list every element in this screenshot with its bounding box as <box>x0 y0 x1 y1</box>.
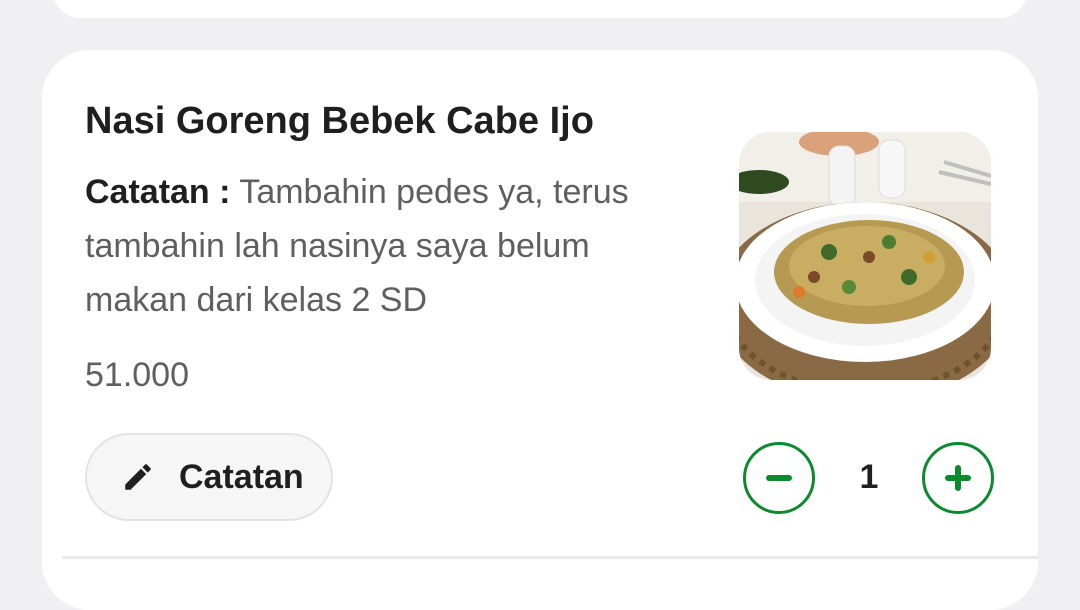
item-note: Catatan : Tambahin pedes ya, terus tamba… <box>85 165 685 327</box>
cart-item-card: Nasi Goreng Bebek Cabe Ijo Catatan : Tam… <box>42 50 1038 610</box>
previous-card <box>52 0 1028 18</box>
increase-quantity-button[interactable] <box>922 442 994 514</box>
plus-icon <box>945 465 971 491</box>
minus-icon <box>766 475 792 481</box>
item-title: Nasi Goreng Bebek Cabe Ijo <box>85 100 594 142</box>
card-divider <box>62 556 1038 559</box>
item-image <box>739 132 991 380</box>
fried-rice-photo <box>739 132 991 380</box>
item-price: 51.000 <box>85 356 189 394</box>
decrease-quantity-button[interactable] <box>743 442 815 514</box>
pencil-icon <box>125 464 151 490</box>
note-label: Catatan : <box>85 173 231 211</box>
note-button[interactable]: Catatan <box>85 433 333 521</box>
quantity-value: 1 <box>859 458 879 496</box>
note-button-label: Catatan <box>179 457 304 496</box>
